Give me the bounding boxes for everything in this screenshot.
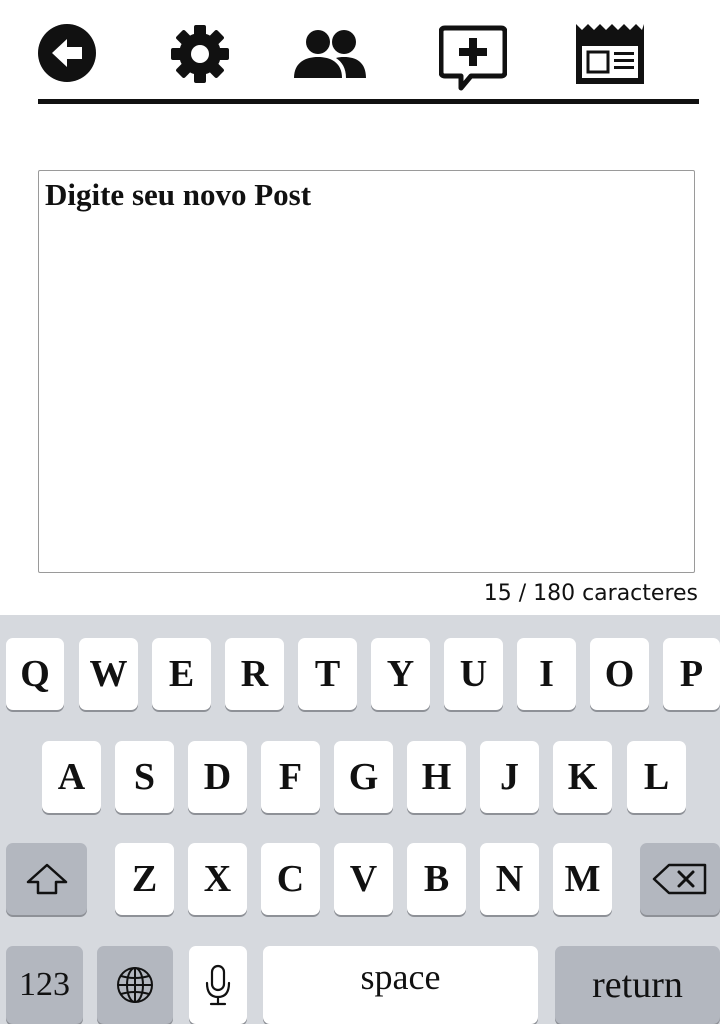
- key-i[interactable]: I: [517, 638, 576, 710]
- add-comment-icon: [439, 25, 507, 91]
- backspace-key[interactable]: [640, 843, 720, 915]
- key-t[interactable]: T: [298, 638, 357, 710]
- gear-icon: [171, 25, 229, 83]
- microphone-icon: [205, 964, 231, 1006]
- key-n[interactable]: N: [480, 843, 539, 915]
- people-icon: [294, 30, 366, 78]
- character-counter: 15 / 180 caracteres: [483, 581, 698, 606]
- key-d[interactable]: D: [188, 741, 247, 813]
- space-key[interactable]: space: [263, 946, 538, 1024]
- key-g[interactable]: G: [334, 741, 393, 813]
- key-c[interactable]: C: [261, 843, 320, 915]
- key-h[interactable]: H: [407, 741, 466, 813]
- settings-button[interactable]: [170, 24, 230, 84]
- key-f[interactable]: F: [261, 741, 320, 813]
- return-key[interactable]: return: [555, 946, 720, 1024]
- key-r[interactable]: R: [225, 638, 284, 710]
- key-o[interactable]: O: [590, 638, 649, 710]
- key-e[interactable]: E: [152, 638, 211, 710]
- back-arrow-icon: [38, 24, 96, 82]
- friends-button[interactable]: [292, 28, 368, 80]
- microphone-key[interactable]: [189, 946, 247, 1024]
- key-b[interactable]: B: [407, 843, 466, 915]
- globe-key[interactable]: [97, 946, 173, 1024]
- post-textarea[interactable]: Digite seu novo Post: [38, 170, 695, 573]
- key-j[interactable]: J: [480, 741, 539, 813]
- feed-button[interactable]: [574, 20, 646, 86]
- key-l[interactable]: L: [627, 741, 686, 813]
- back-button[interactable]: [37, 23, 97, 83]
- key-w[interactable]: W: [79, 638, 138, 710]
- shift-icon: [26, 863, 67, 895]
- keyboard: Q W E R T Y U I O P A S D F G H J K L Z …: [0, 615, 720, 1024]
- new-post-button[interactable]: [439, 24, 507, 92]
- globe-icon: [117, 967, 153, 1003]
- key-q[interactable]: Q: [6, 638, 64, 710]
- key-y[interactable]: Y: [371, 638, 430, 710]
- key-v[interactable]: V: [334, 843, 393, 915]
- key-z[interactable]: Z: [115, 843, 174, 915]
- shift-key[interactable]: [6, 843, 87, 915]
- key-a[interactable]: A: [42, 741, 101, 813]
- numbers-key[interactable]: 123: [6, 946, 83, 1024]
- key-u[interactable]: U: [444, 638, 503, 710]
- key-p[interactable]: P: [663, 638, 720, 710]
- key-s[interactable]: S: [115, 741, 174, 813]
- key-x[interactable]: X: [188, 843, 247, 915]
- key-k[interactable]: K: [553, 741, 612, 813]
- newspaper-icon: [576, 24, 644, 84]
- key-m[interactable]: M: [553, 843, 612, 915]
- post-placeholder: Digite seu novo Post: [45, 177, 312, 212]
- nav-divider: [38, 99, 699, 104]
- backspace-icon: [652, 863, 707, 895]
